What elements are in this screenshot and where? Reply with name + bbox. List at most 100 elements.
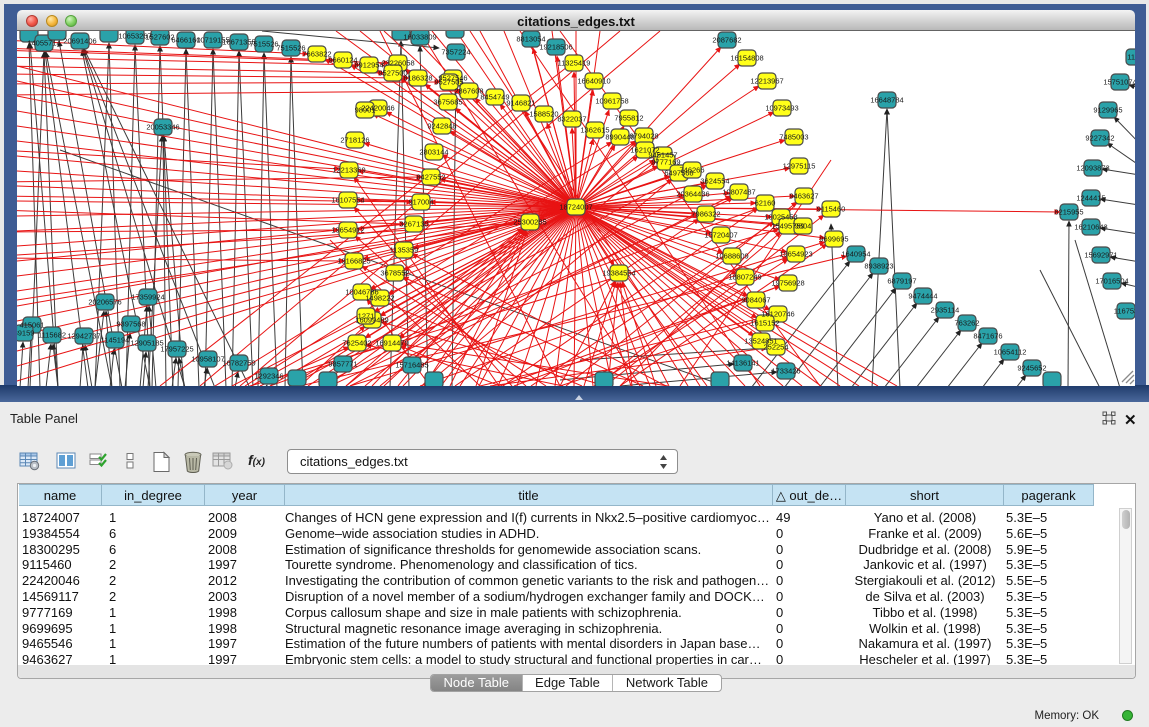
svg-text:8322037: 8322037 (557, 115, 586, 124)
svg-text:20691406: 20691406 (63, 37, 96, 46)
svg-text:25300285: 25300285 (513, 218, 546, 227)
svg-text:1527602: 1527602 (145, 33, 174, 42)
svg-text:15692971: 15692971 (1084, 251, 1117, 260)
svg-text:9474444: 9474444 (908, 292, 937, 301)
svg-text:252254: 252254 (763, 343, 788, 352)
svg-text:7357224: 7357224 (441, 48, 470, 57)
svg-text:1115682: 1115682 (38, 331, 66, 340)
svg-text:7955812: 7955812 (614, 114, 643, 123)
svg-text:7625402: 7625402 (342, 339, 371, 348)
svg-text:1135359: 1135359 (390, 246, 419, 255)
svg-text:10654112: 10654112 (994, 348, 1027, 357)
svg-text:10807487: 10807487 (722, 188, 755, 197)
svg-text:9129965: 9129965 (1093, 106, 1122, 115)
svg-text:8427552: 8427552 (416, 173, 445, 182)
svg-text:8938923: 8938923 (864, 262, 893, 271)
svg-text:9804: 9804 (795, 222, 812, 231)
svg-text:8471676: 8471676 (973, 332, 1002, 341)
svg-text:19654912: 19654912 (331, 226, 364, 235)
svg-text:17957225: 17957225 (160, 345, 193, 354)
svg-text:116753: 116753 (1114, 307, 1135, 316)
svg-text:20206576: 20206576 (88, 298, 121, 307)
svg-text:16120746: 16120746 (761, 310, 794, 319)
svg-text:17016504: 17016504 (1095, 277, 1128, 286)
svg-text:10961758: 10961758 (595, 97, 628, 106)
svg-text:16033809: 16033809 (403, 33, 436, 42)
svg-text:10025458: 10025458 (764, 213, 797, 222)
svg-text:9084067: 9084067 (741, 296, 770, 305)
svg-text:9227342: 9227342 (1085, 134, 1114, 143)
svg-text:6879197: 6879197 (887, 277, 916, 286)
svg-text:1271: 1271 (358, 312, 375, 321)
svg-text:19654923: 19654923 (779, 250, 812, 259)
svg-text:11325419: 11325419 (558, 59, 591, 68)
svg-text:1244415: 1244415 (1076, 194, 1105, 203)
svg-text:19756928: 19756928 (771, 279, 804, 288)
svg-text:16107554: 16107554 (331, 196, 364, 205)
svg-text:9463627: 9463627 (789, 192, 818, 201)
svg-text:8186328: 8186328 (403, 74, 432, 83)
svg-text:9245652: 9245652 (1017, 364, 1046, 373)
svg-text:16914479: 16914479 (375, 339, 408, 348)
svg-text:6794028: 6794028 (629, 132, 658, 141)
svg-text:12905185: 12905185 (130, 339, 163, 348)
svg-text:9397568: 9397568 (116, 320, 145, 329)
svg-text:23226058: 23226058 (381, 59, 414, 68)
svg-text:1588520: 1588520 (529, 110, 558, 119)
svg-text:7485003: 7485003 (779, 133, 808, 142)
svg-text:2718126: 2718126 (340, 136, 369, 145)
svg-text:3678552: 3678552 (380, 269, 409, 278)
svg-text:19218506: 19218506 (539, 43, 572, 52)
svg-text:1145194: 1145194 (101, 336, 130, 345)
svg-text:16210643: 16210643 (1074, 223, 1107, 232)
svg-text:1498222: 1498222 (365, 294, 394, 303)
svg-text:8215955: 8215955 (1054, 208, 1083, 217)
svg-text:2803144: 2803144 (419, 148, 448, 157)
svg-text:2867608: 2867608 (454, 87, 483, 96)
svg-text:3624554: 3624554 (700, 177, 729, 186)
svg-text:18807249: 18807249 (728, 273, 761, 282)
svg-text:15751074: 15751074 (1103, 78, 1135, 87)
svg-text:2935114: 2935114 (931, 306, 960, 315)
svg-text:9777169: 9777169 (651, 158, 680, 167)
svg-text:7515526: 7515526 (276, 44, 305, 53)
svg-text:17359924: 17359924 (131, 293, 164, 302)
svg-text:98901: 98901 (355, 106, 376, 115)
svg-text:1615152: 1615152 (750, 319, 779, 328)
svg-text:1117: 1117 (1127, 53, 1135, 62)
svg-text:10688609: 10688609 (715, 252, 748, 261)
svg-text:1733426: 1733426 (771, 367, 800, 376)
svg-text:16648784: 16648784 (870, 96, 903, 105)
svg-text:9857771: 9857771 (328, 360, 357, 369)
svg-text:19384554: 19384554 (602, 269, 635, 278)
svg-text:9660124: 9660124 (328, 56, 357, 65)
svg-text:9527505: 9527505 (434, 78, 463, 87)
svg-text:12093873: 12093873 (1076, 164, 1109, 173)
svg-text:19166825: 19166825 (337, 257, 370, 266)
svg-text:15720407: 15720407 (704, 231, 737, 240)
svg-text:9699695: 9699695 (819, 235, 848, 244)
svg-text:16154808: 16154808 (730, 54, 763, 63)
svg-text:14055714: 14055714 (27, 39, 60, 48)
svg-text:7663822: 7663822 (302, 50, 331, 59)
svg-text:763262: 763262 (954, 319, 979, 328)
svg-text:7986322: 7986322 (691, 210, 720, 219)
svg-text:12942737: 12942737 (67, 332, 100, 341)
svg-text:7515526: 7515526 (249, 40, 278, 49)
svg-text:8454749: 8454749 (480, 93, 509, 102)
svg-text:12975115: 12975115 (783, 162, 816, 171)
svg-text:10973493: 10973493 (765, 104, 798, 113)
svg-text:746266: 746266 (679, 166, 704, 175)
svg-text:39159: 39159 (17, 329, 34, 338)
svg-text:20053346: 20053346 (146, 123, 179, 132)
svg-text:16782759: 16782759 (222, 359, 255, 368)
svg-text:1292346: 1292346 (254, 372, 283, 381)
svg-text:3675685: 3675685 (433, 98, 462, 107)
svg-text:9146821: 9146821 (506, 99, 535, 108)
svg-text:10958107: 10958107 (191, 355, 224, 364)
svg-text:1640954: 1640954 (841, 250, 870, 259)
svg-text:18724007: 18724007 (559, 203, 592, 212)
svg-text:9115460: 9115460 (817, 205, 846, 214)
svg-text:20364436: 20364436 (676, 190, 709, 199)
svg-text:3267130: 3267130 (399, 220, 428, 229)
